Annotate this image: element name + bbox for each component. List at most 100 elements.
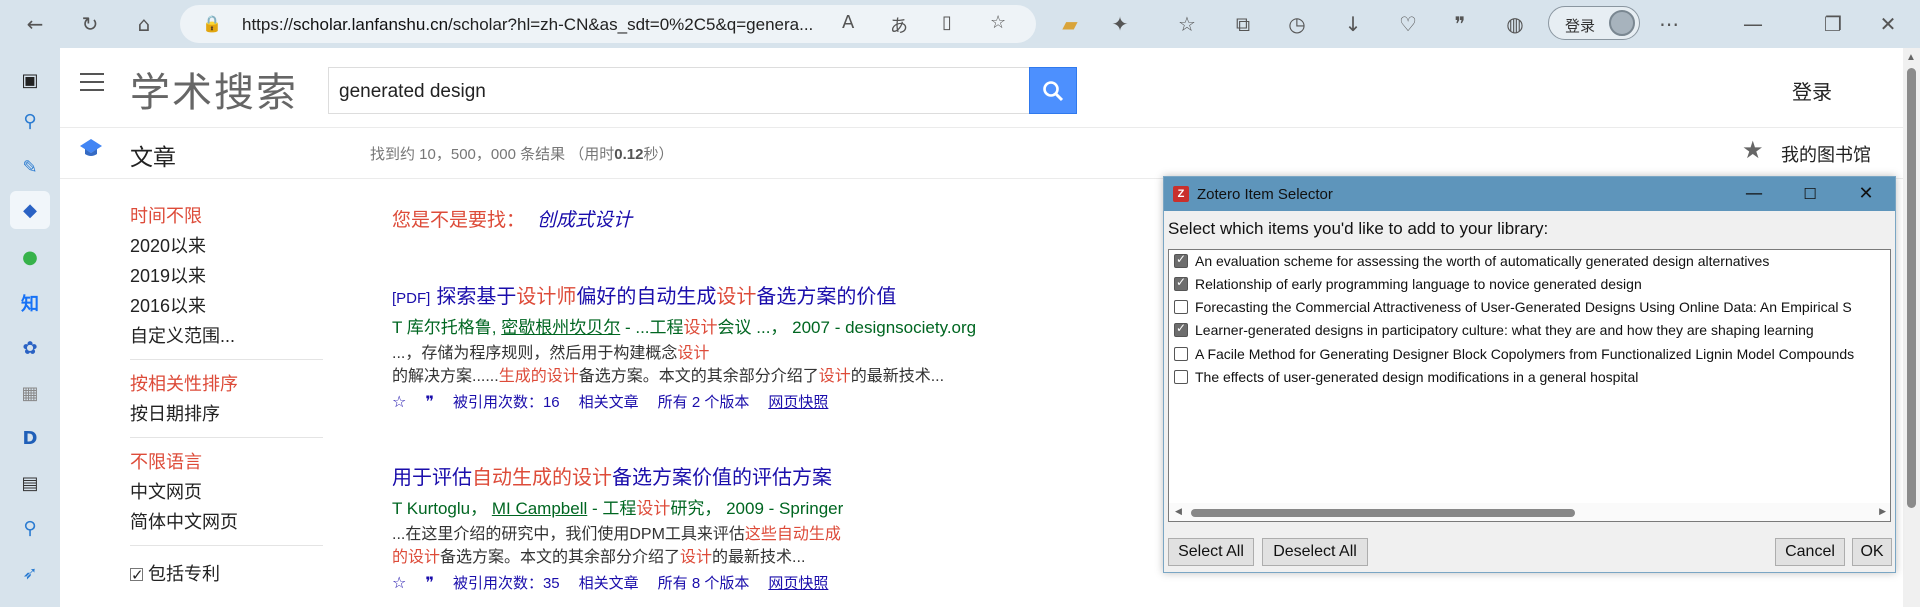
list-item[interactable]: A Facile Method for Generating Designer … xyxy=(1174,343,1854,365)
filter-simplified-chinese[interactable]: 简体中文网页 xyxy=(130,511,320,541)
scroll-left-icon[interactable]: ◀ xyxy=(1175,506,1182,517)
save-star-icon[interactable]: ☆ xyxy=(392,392,406,411)
filter-any-language[interactable]: 不限语言 xyxy=(130,451,320,481)
item-checkbox[interactable] xyxy=(1174,300,1188,314)
filter-chinese-pages[interactable]: 中文网页 xyxy=(130,481,320,511)
save-star-icon[interactable]: ☆ xyxy=(392,573,406,592)
page-scrollbar[interactable]: ▲ xyxy=(1903,48,1920,607)
cancel-button[interactable]: Cancel xyxy=(1775,538,1845,566)
filter-since-2020[interactable]: 2020以来 xyxy=(130,235,320,265)
baidu-icon[interactable]: ✿ xyxy=(15,333,45,363)
item-checkbox[interactable] xyxy=(1174,275,1188,291)
related-articles-link[interactable]: 相关文章 xyxy=(579,391,639,412)
back-icon[interactable]: ← xyxy=(20,9,50,39)
close-icon[interactable]: ✕ xyxy=(1873,9,1903,39)
list-item[interactable]: The effects of user-generated design mod… xyxy=(1174,366,1638,388)
dialog-titlebar[interactable]: Z Zotero Item Selector — ☐ ✕ xyxy=(1164,177,1895,211)
checkbox[interactable] xyxy=(130,564,144,586)
history-icon[interactable]: ◷ xyxy=(1282,9,1312,39)
browser-essentials-icon[interactable]: ◍ xyxy=(1500,9,1530,39)
restore-icon[interactable]: ❐ xyxy=(1818,9,1848,39)
filter-since-2016[interactable]: 2016以来 xyxy=(130,295,320,325)
zhihu-icon[interactable]: 知 xyxy=(15,288,45,318)
result-snippet: ...在这里介绍的研究中，我们使用DPM工具来评估这些自动生成 的设计备选方案。… xyxy=(392,526,841,566)
login-link[interactable]: 登录 xyxy=(1792,76,1832,105)
sort-by-relevance[interactable]: 按相关性排序 xyxy=(130,373,320,403)
maximize-icon[interactable]: ☐ xyxy=(1790,181,1830,207)
item-checkbox[interactable] xyxy=(1174,347,1188,361)
cite-icon[interactable]: ❞ xyxy=(425,573,434,592)
more-icon[interactable]: ⋯ xyxy=(1654,9,1684,39)
dr-app-icon[interactable]: D xyxy=(15,423,45,453)
home-icon[interactable]: ⌂ xyxy=(129,9,159,39)
search-icon[interactable]: ⚲ xyxy=(15,513,45,543)
performance-icon[interactable]: ♡ xyxy=(1393,9,1423,39)
list-item[interactable]: Forecasting the Commercial Attractivenes… xyxy=(1174,296,1852,318)
filter-since-2019[interactable]: 2019以来 xyxy=(130,265,320,295)
select-all-button[interactable]: Select All xyxy=(1168,538,1254,566)
document-icon[interactable]: ▤ xyxy=(15,468,45,498)
scroll-up-icon[interactable]: ▲ xyxy=(1906,52,1916,63)
list-item[interactable]: An evaluation scheme for assessing the w… xyxy=(1174,250,1769,272)
translate-icon[interactable]: あ xyxy=(890,12,908,38)
scholar-app-icon[interactable]: ◆ xyxy=(10,191,50,229)
search-button[interactable] xyxy=(1029,67,1077,114)
read-aloud-icon[interactable]: A xyxy=(842,12,854,33)
menu-icon[interactable] xyxy=(80,73,104,91)
versions-link[interactable]: 所有 2 个版本 xyxy=(658,391,750,412)
cited-by-link[interactable]: 被引用次数：35 xyxy=(453,572,560,593)
wechat-icon[interactable]: ● xyxy=(15,242,45,272)
deselect-all-button[interactable]: Deselect All xyxy=(1262,538,1368,566)
minimize-icon[interactable]: — xyxy=(1738,9,1768,39)
result-title[interactable]: [PDF] 探索基于设计师偏好的自动生成设计备选方案的价值 xyxy=(392,280,1092,309)
bird-app-icon[interactable]: ➶ xyxy=(15,558,45,588)
profile-button[interactable]: 登录 xyxy=(1548,6,1640,40)
my-library-link[interactable]: 我的图书馆 xyxy=(1781,141,1871,167)
sort-by-date[interactable]: 按日期排序 xyxy=(130,403,320,433)
include-patents-checkbox[interactable]: 包括专利 xyxy=(130,559,320,589)
close-icon[interactable]: ✕ xyxy=(1846,181,1886,207)
suggestion-link[interactable]: 创成式设计 xyxy=(537,210,632,231)
scrollbar-thumb[interactable] xyxy=(1907,68,1916,508)
grid-app-icon[interactable]: ▦ xyxy=(15,378,45,408)
extensions-icon[interactable]: ✦ xyxy=(1105,9,1135,39)
filter-custom-range[interactable]: 自定义范围... xyxy=(130,325,320,355)
collections-icon[interactable]: ⧉ xyxy=(1228,9,1258,39)
list-item[interactable]: Relationship of early programming langua… xyxy=(1174,273,1642,295)
versions-link[interactable]: 所有 8 个版本 xyxy=(658,572,750,593)
result-title[interactable]: 用于评估自动生成的设计备选方案价值的评估方案 xyxy=(392,461,1092,490)
minimize-icon[interactable]: — xyxy=(1734,181,1774,207)
app-icon[interactable]: ✎ xyxy=(15,152,45,182)
tabs-icon[interactable]: ▣ xyxy=(15,65,45,95)
item-checkbox[interactable] xyxy=(1174,370,1188,384)
horizontal-scrollbar[interactable]: ◀ ▶ xyxy=(1169,503,1890,521)
refresh-icon[interactable]: ↻ xyxy=(75,9,105,39)
address-bar[interactable]: 🔒 https://scholar.lanfanshu.cn/scholar?h… xyxy=(180,5,1036,43)
search-input[interactable]: generated design xyxy=(328,67,1029,114)
category-articles[interactable]: 文章 xyxy=(130,138,176,172)
result-item: 用于评估自动生成的设计备选方案价值的评估方案 T Kurtoglu， MI Ca… xyxy=(392,461,1092,593)
favorite-icon[interactable]: ☆ xyxy=(990,12,1006,33)
download-icon[interactable]: ↓ xyxy=(1338,9,1368,39)
favorites-icon[interactable]: ☆ xyxy=(1172,9,1202,39)
scrollbar-thumb[interactable] xyxy=(1191,509,1575,517)
scholar-logo[interactable]: 学术搜索 xyxy=(130,60,298,118)
author-link[interactable]: 密歇根州坎贝尔 xyxy=(501,318,620,337)
item-checkbox[interactable] xyxy=(1174,321,1188,337)
folder-icon[interactable]: ▰ xyxy=(1055,9,1085,39)
star-icon[interactable]: ★ xyxy=(1742,136,1764,164)
quote-icon[interactable]: ❞ xyxy=(1445,9,1475,39)
related-articles-link[interactable]: 相关文章 xyxy=(579,572,639,593)
item-checkbox[interactable] xyxy=(1174,252,1188,268)
author-link[interactable]: MI Campbell xyxy=(492,499,587,518)
ok-button[interactable]: OK xyxy=(1852,538,1892,566)
cited-by-link[interactable]: 被引用次数：16 xyxy=(453,391,560,412)
scroll-right-icon[interactable]: ▶ xyxy=(1879,506,1886,517)
search-icon[interactable]: ⚲ xyxy=(15,106,45,136)
cache-link[interactable]: 网页快照 xyxy=(768,391,828,412)
cite-icon[interactable]: ❞ xyxy=(425,392,434,411)
list-item[interactable]: Learner-generated designs in participato… xyxy=(1174,319,1814,341)
filter-any-time[interactable]: 时间不限 xyxy=(130,205,320,235)
cache-link[interactable]: 网页快照 xyxy=(768,572,828,593)
split-screen-icon[interactable]: ▯ xyxy=(942,12,952,33)
